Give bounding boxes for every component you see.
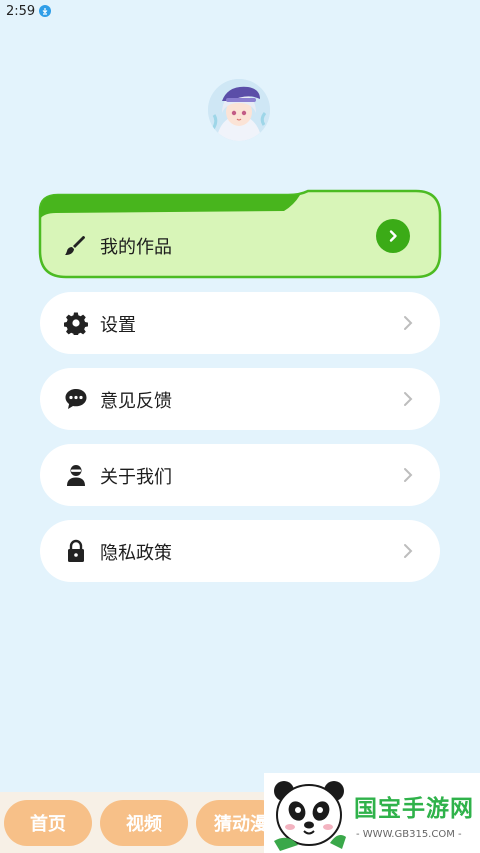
chevron-right-icon [402, 467, 414, 483]
panda-logo-icon [274, 781, 346, 851]
chevron-right-icon [402, 391, 414, 407]
status-time: 2:59 [6, 3, 36, 19]
chevron-right-icon[interactable] [376, 219, 410, 253]
watermark-url: - WWW.GB315.COM - [356, 829, 462, 840]
status-bar: 2:59 [0, 0, 480, 22]
chevron-right-icon [402, 315, 414, 331]
chat-bubble-icon [64, 387, 88, 411]
menu-item-label: 隐私政策 [100, 543, 172, 564]
my-works-card[interactable]: 我的作品 [38, 189, 442, 279]
nav-home-button[interactable]: 首页 [4, 800, 92, 846]
my-works-label: 我的作品 [100, 237, 172, 258]
watermark: 国宝手游网 - WWW.GB315.COM - [264, 773, 480, 853]
menu-item-label: 意见反馈 [100, 391, 172, 412]
chevron-right-icon [402, 543, 414, 559]
person-icon [64, 463, 88, 487]
menu-item-feedback[interactable]: 意见反馈 [40, 368, 440, 430]
download-icon [39, 5, 52, 17]
gear-icon [63, 311, 88, 337]
avatar[interactable] [208, 79, 270, 141]
brush-icon [64, 234, 86, 256]
menu-item-about[interactable]: 关于我们 [40, 444, 440, 506]
lock-icon [64, 539, 88, 563]
menu-item-privacy[interactable]: 隐私政策 [40, 520, 440, 582]
nav-video-button[interactable]: 视频 [100, 800, 188, 846]
watermark-title: 国宝手游网 [354, 796, 474, 822]
menu-item-label: 关于我们 [100, 467, 172, 488]
menu-item-settings[interactable]: 设置 [40, 292, 440, 354]
menu-item-label: 设置 [100, 315, 136, 336]
